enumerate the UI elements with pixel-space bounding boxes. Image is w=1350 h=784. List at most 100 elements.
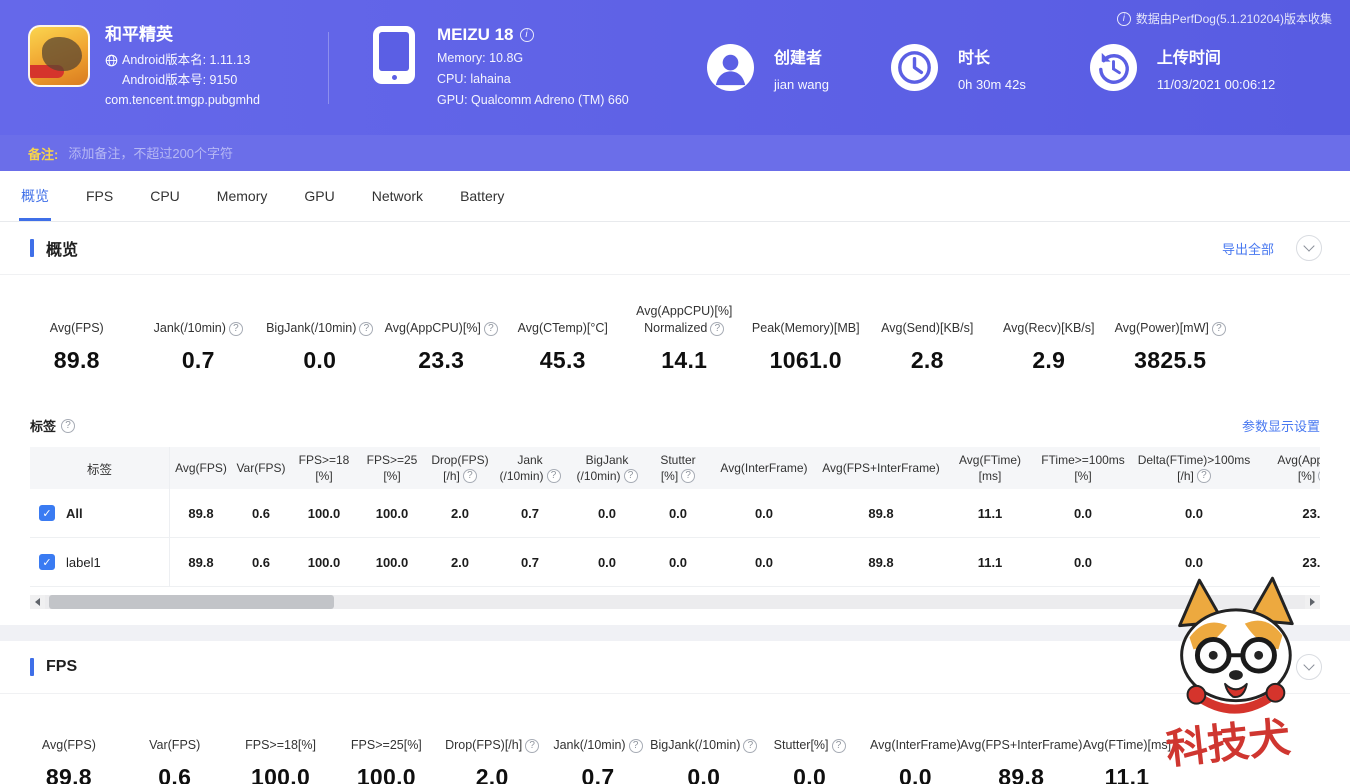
section-separator <box>0 625 1350 641</box>
fps-section: FPS Avg(FPS) 89.8 Var(FPS) 0.6 FPS>=18[%] 100… <box>0 641 1350 784</box>
overview-collapse-button[interactable] <box>1296 235 1322 261</box>
column-header-text: FTime>=100ms <box>1041 453 1125 467</box>
table-cell: 0.0 <box>754 505 774 521</box>
stat-item: Avg(Recv)[KB/s] 2.9 <box>988 303 1110 374</box>
fps-stats-row: Avg(FPS) 89.8 Var(FPS) 0.6 FPS>=18[%] 100.0 FP… <box>0 694 1350 784</box>
column-header-text: (/10min) <box>499 468 561 484</box>
stat-label: Avg(CTemp)[°C] <box>518 303 608 337</box>
help-icon[interactable] <box>483 321 498 336</box>
stat-item: BigJank(/10min) 0.0 <box>650 720 758 784</box>
table-row: 89.8 0.6 100.0 100.0 2.0 0.7 0.0 0.0 0.0 89.8 11.1… <box>170 538 1320 587</box>
help-icon[interactable] <box>623 469 638 483</box>
column-header-text: [%] <box>661 468 696 484</box>
scrollbar-track[interactable] <box>45 595 1305 609</box>
help-icon[interactable] <box>462 469 477 483</box>
help-icon[interactable] <box>831 738 846 753</box>
creator-value: jian wang <box>774 76 829 92</box>
help-icon[interactable] <box>546 469 561 483</box>
stat-label: Jank(/10min) <box>154 303 243 337</box>
column-header: Delta(FTime)>100ms [/h] <box>1128 447 1260 489</box>
stat-value: 89.8 <box>53 347 100 373</box>
scrollbar-thumb[interactable] <box>49 595 334 609</box>
stat-item: Avg(FPS) 89.8 <box>16 720 122 784</box>
table-cell: 0.0 <box>597 554 617 570</box>
table-cell: 89.8 <box>188 554 214 570</box>
note-input[interactable] <box>68 145 1322 161</box>
export-all-link[interactable]: 导出全部 <box>1222 239 1274 258</box>
help-icon[interactable] <box>710 321 725 336</box>
tab-gpu[interactable]: GPU <box>304 171 334 221</box>
column-header-text: Drop(FPS) <box>431 453 489 467</box>
table-cell: 0.6 <box>251 554 271 570</box>
column-header-text: Avg(FPS+InterFrame) <box>822 461 940 475</box>
duration-block: 时长 0h 30m 42s <box>890 44 1026 92</box>
overview-section: 概览 导出全部 Avg(FPS)89.8Jank(/10min)0.7BigJa… <box>0 222 1350 625</box>
device-cpu: CPU: lahaina <box>437 72 511 86</box>
stat-label: Stutter[%] <box>774 720 846 754</box>
table-cell: 100.0 <box>307 554 341 570</box>
row-checkbox[interactable] <box>39 505 55 521</box>
stat-label-text: Jank(/10min) <box>154 320 243 337</box>
tab-fps[interactable]: FPS <box>86 171 113 221</box>
help-icon[interactable] <box>628 738 643 753</box>
help-icon[interactable] <box>61 418 76 433</box>
row-checkbox[interactable] <box>39 554 55 570</box>
scroll-left-arrow[interactable] <box>30 595 45 609</box>
upload-time-label: 上传时间 <box>1156 49 1221 67</box>
column-header-text: Stutter <box>660 453 696 467</box>
labels-table-scroll-area: Avg(FPS) Var(FPS) FPS>=18 [%] FPS>=25 [%] Drop… <box>170 447 1320 587</box>
help-icon[interactable] <box>1318 469 1320 483</box>
overview-title: 概览 <box>46 242 79 259</box>
app-version-code: Android版本号: 9150 <box>122 73 238 87</box>
stat-label: BigJank(/10min) <box>266 303 374 337</box>
stat-value: 1061.0 <box>769 347 842 373</box>
column-header-text: [%] <box>1298 468 1320 484</box>
help-icon[interactable] <box>228 321 243 336</box>
table-cell: 2.0 <box>450 505 470 521</box>
app-version-name: Android版本名: 1.11.13 <box>122 53 251 67</box>
column-header-text: FPS>=25 <box>366 453 418 467</box>
table-cell: 0.0 <box>1184 505 1204 521</box>
help-icon[interactable] <box>1211 321 1226 336</box>
table-cell: 0.0 <box>668 554 688 570</box>
help-icon[interactable] <box>743 738 758 753</box>
stat-label-text: Avg(Recv)[KB/s] <box>1003 321 1095 335</box>
labels-title: 标签 <box>30 419 57 434</box>
tab-battery[interactable]: Battery <box>460 171 504 221</box>
table-cell: 100.0 <box>307 505 341 521</box>
table-cell: 0.7 <box>520 554 540 570</box>
chevron-down-icon <box>1303 240 1315 252</box>
scroll-right-arrow[interactable] <box>1305 595 1320 609</box>
header-divider <box>328 31 329 104</box>
tab-memory[interactable]: Memory <box>217 171 268 221</box>
phone-icon <box>373 26 415 84</box>
display-settings-link[interactable]: 参数显示设置 <box>1242 416 1320 435</box>
app-name: 和平精英 <box>105 25 173 44</box>
table-cell: 23.3 <box>1302 554 1320 570</box>
stat-value: 2.0 <box>475 764 509 784</box>
stat-value: 14.1 <box>661 347 708 373</box>
help-icon[interactable] <box>1196 469 1211 483</box>
tab-network[interactable]: Network <box>372 171 423 221</box>
stat-label: Jank(/10min) <box>553 720 643 754</box>
device-info-icon[interactable] <box>519 27 534 42</box>
stat-value: 45.3 <box>539 347 586 373</box>
help-icon[interactable] <box>681 469 696 483</box>
help-icon[interactable] <box>525 738 540 753</box>
tab-overview[interactable]: 概览 <box>19 171 51 221</box>
device-gpu: GPU: Qualcomm Adreno (TM) 660 <box>437 93 629 107</box>
stat-item: FPS>=25[%] 100.0 <box>333 720 439 784</box>
table-cell: 0.7 <box>520 505 540 521</box>
stat-value: 0.7 <box>581 764 615 784</box>
help-icon[interactable] <box>359 321 374 336</box>
table-cell: 11.1 <box>977 505 1003 521</box>
stat-label-text: Avg(CTemp)[°C] <box>517 321 608 335</box>
stat-label: BigJank(/10min) <box>650 720 758 754</box>
column-header: Stutter [%] <box>648 447 708 489</box>
column-header: BigJank (/10min) <box>566 447 648 489</box>
fps-collapse-button[interactable] <box>1296 654 1322 680</box>
column-header-text: FPS>=18 <box>298 453 350 467</box>
app-icon <box>28 25 90 87</box>
tab-cpu[interactable]: CPU <box>150 171 180 221</box>
stat-value: 0.7 <box>181 347 215 373</box>
